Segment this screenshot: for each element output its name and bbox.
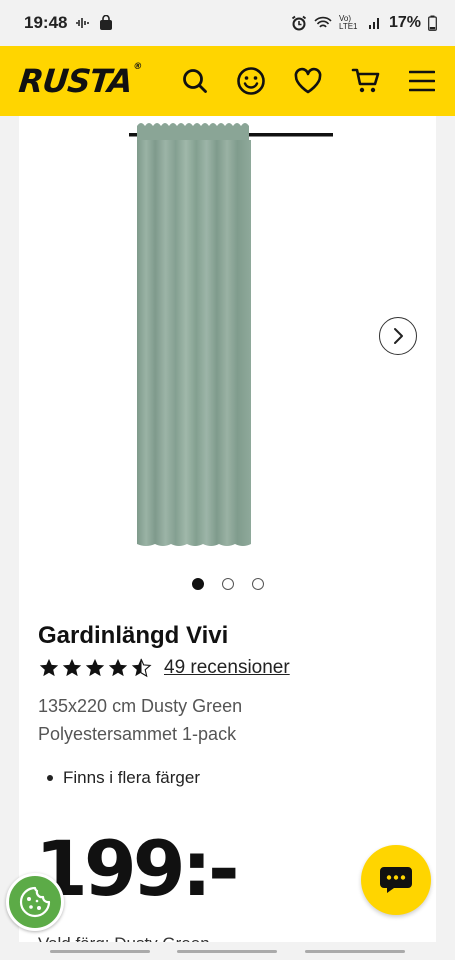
search-icon	[183, 69, 207, 93]
chat-button[interactable]	[361, 845, 431, 915]
smiley-icon	[237, 67, 265, 95]
account-button[interactable]	[233, 63, 269, 99]
nav-handle-center[interactable]	[177, 950, 277, 953]
product-image[interactable]	[19, 116, 436, 556]
menu-button[interactable]	[404, 63, 440, 99]
pagination-dot-1[interactable]	[191, 578, 204, 590]
logo-text: RUSTA	[17, 62, 134, 100]
cart-icon	[351, 68, 380, 93]
next-image-button[interactable]	[379, 317, 417, 355]
chevron-right-icon	[394, 328, 403, 344]
status-bar: 19:48 Vo) LTE1 17%	[0, 0, 455, 46]
star-icon	[85, 658, 105, 677]
star-icon	[108, 658, 128, 677]
image-pagination	[19, 578, 436, 590]
star-icon	[39, 658, 59, 677]
star-rating	[38, 657, 152, 679]
cookie-icon	[19, 886, 51, 918]
product-title: Gardinlängd Vivi	[38, 622, 229, 649]
product-card: Gardinlängd Vivi 49 recensioner 135x220 …	[19, 116, 436, 946]
search-button[interactable]	[177, 63, 213, 99]
bullet-dot	[47, 775, 53, 781]
variant-size-color: 135x220 cm Dusty Green	[38, 696, 243, 716]
alarm-icon	[291, 15, 307, 31]
product-variant: 135x220 cm Dusty Green Polyestersammet 1…	[38, 692, 338, 748]
site-header: RUSTA®	[0, 46, 455, 116]
cart-button[interactable]	[348, 63, 384, 99]
audio-wave-icon	[76, 18, 90, 28]
pagination-dot-3[interactable]	[251, 578, 264, 590]
feature-bullet: Finns i flera färger	[47, 768, 200, 788]
signal-icon	[368, 18, 379, 29]
product-rating: 49 recensioner	[38, 657, 290, 679]
cookie-settings-button[interactable]	[6, 873, 64, 931]
wifi-icon	[314, 16, 332, 28]
battery-percent: 17%	[388, 14, 421, 31]
rusta-logo[interactable]: RUSTA®	[17, 62, 142, 100]
status-time: 19:48	[24, 13, 68, 32]
chat-bubble-icon	[380, 867, 412, 893]
feature-text: Finns i flera färger	[63, 768, 200, 787]
product-price: 199:-	[35, 824, 240, 913]
star-icon	[62, 658, 82, 677]
heart-icon	[294, 67, 322, 94]
nav-handle-right[interactable]	[305, 950, 405, 953]
variant-material: Polyestersammet 1-pack	[38, 724, 237, 744]
menu-icon	[409, 70, 435, 92]
curtain-illustration	[129, 123, 333, 546]
nav-handle-left[interactable]	[50, 950, 150, 953]
shopping-bag-icon	[100, 15, 113, 30]
system-nav-bar	[0, 942, 455, 960]
half-star-icon	[131, 658, 152, 678]
reviews-link[interactable]: 49 recensioner	[164, 657, 290, 679]
pagination-dot-2[interactable]	[221, 578, 234, 590]
wishlist-button[interactable]	[290, 63, 326, 99]
network-label: Vo) LTE1	[338, 14, 358, 31]
battery-icon	[428, 15, 437, 31]
